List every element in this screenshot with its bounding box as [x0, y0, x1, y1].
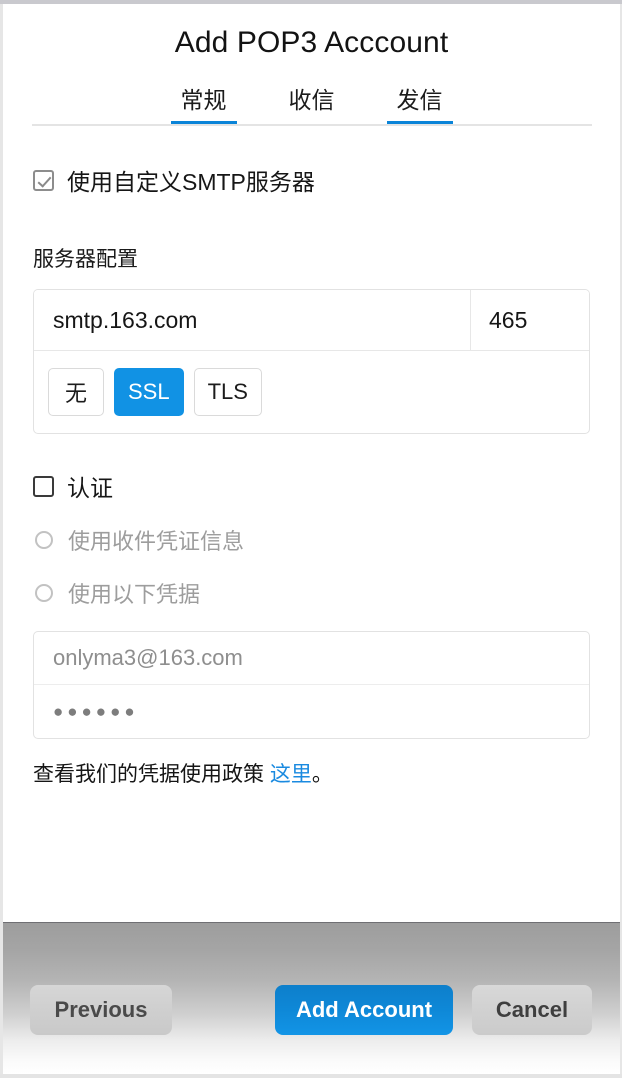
credential-policy-text: 查看我们的凭据使用政策 这里。	[33, 758, 590, 788]
add-account-button[interactable]: Add Account	[275, 985, 453, 1035]
radio-use-following-credentials[interactable]	[35, 584, 53, 603]
server-config-label: 服务器配置	[33, 248, 138, 272]
auth-label: 认证	[67, 475, 113, 502]
tab-incoming[interactable]: 收信	[279, 88, 345, 126]
server-host-port-row: smtp.163.com 465	[34, 290, 589, 352]
auth-row[interactable]: 认证	[33, 469, 590, 503]
password-input[interactable]: ●●●●●●	[34, 685, 589, 738]
outgoing-settings-pane: 使用自定义SMTP服务器 服务器配置 smtp.163.com 465 无 SS…	[3, 163, 620, 788]
encryption-option-none[interactable]: 无	[48, 368, 104, 417]
smtp-port-input[interactable]: 465	[471, 290, 589, 351]
radio-use-incoming-credentials[interactable]	[35, 531, 53, 550]
policy-link[interactable]: 这里	[270, 763, 312, 786]
password-mask: ●●●●●●	[53, 701, 139, 721]
tab-general[interactable]: 常规	[170, 88, 237, 127]
encryption-option-tls[interactable]: TLS	[193, 368, 262, 417]
previous-button[interactable]: Previous	[30, 985, 172, 1035]
window-bottom-chrome	[0, 1074, 622, 1078]
radio-use-following-credentials-label: 使用以下凭据	[68, 582, 201, 608]
encryption-option-ssl[interactable]: SSL	[114, 368, 184, 417]
smtp-host-input[interactable]: smtp.163.com	[34, 290, 471, 351]
policy-text: 查看我们的凭据使用政策	[33, 763, 270, 787]
radio-use-incoming-credentials-label: 使用收件凭证信息	[68, 529, 245, 555]
use-custom-smtp-row[interactable]: 使用自定义SMTP服务器	[33, 163, 590, 197]
tab-bar: 常规 收信 发信	[3, 88, 620, 127]
cancel-button[interactable]: Cancel	[472, 985, 592, 1035]
page-title: Add POP3 Acccount	[174, 26, 449, 59]
credentials-box: onlyma3@163.com ●●●●●●	[33, 631, 590, 740]
tab-divider	[31, 124, 592, 127]
radio-use-incoming-credentials-row[interactable]: 使用收件凭证信息	[33, 524, 590, 556]
use-custom-smtp-checkbox[interactable]	[33, 169, 54, 191]
add-pop3-account-dialog: Add POP3 Acccount 常规 收信 发信 使用自定义SMTP服务器 …	[0, 0, 622, 1078]
policy-suffix: 。	[311, 763, 333, 787]
radio-use-following-credentials-row[interactable]: 使用以下凭据	[33, 577, 590, 609]
dialog-content: Add POP3 Acccount 常规 收信 发信 使用自定义SMTP服务器 …	[3, 4, 620, 922]
dialog-footer: Previous Add Account Cancel	[3, 922, 620, 1074]
use-custom-smtp-label: 使用自定义SMTP服务器	[67, 169, 315, 196]
username-input[interactable]: onlyma3@163.com	[34, 632, 589, 686]
tab-outgoing[interactable]: 发信	[386, 88, 453, 127]
server-config-box: smtp.163.com 465 无 SSL TLS	[33, 289, 590, 435]
encryption-segmented-control: 无 SSL TLS	[34, 351, 589, 433]
auth-checkbox[interactable]	[33, 475, 54, 497]
